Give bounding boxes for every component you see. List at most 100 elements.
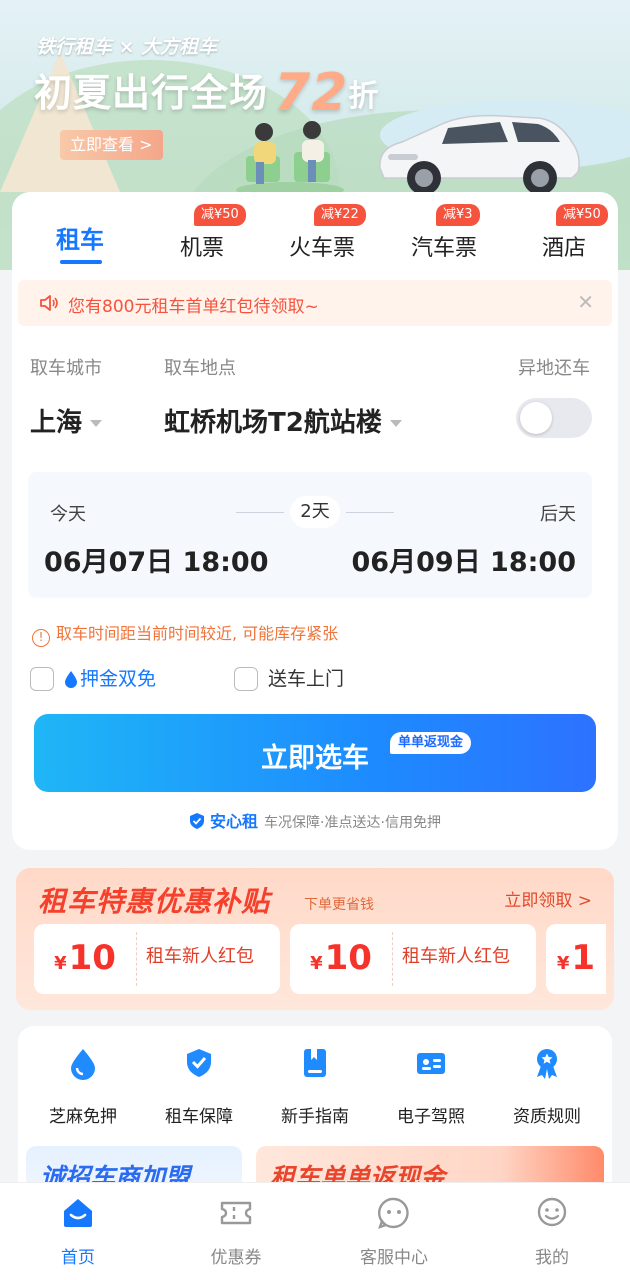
discount-badge: 减¥22 <box>314 204 366 226</box>
checkbox[interactable] <box>30 667 54 691</box>
ticket-icon <box>220 1201 252 1225</box>
service-tabs: 租车 减¥50 机票 减¥22 火车票 减¥3 汽车票 减¥50 酒店 <box>12 192 618 270</box>
license-card-icon <box>417 1053 445 1074</box>
quick-link-qualification-rules[interactable]: 资质规则 <box>488 1046 606 1127</box>
tab-label: 汽车票 <box>410 236 477 261</box>
bottom-nav: 首页 优惠券 客服中心 我的 <box>0 1182 630 1280</box>
divider <box>236 512 284 513</box>
different-return-toggle[interactable] <box>516 398 592 438</box>
location-value: 虹桥机场T2航站楼 <box>164 408 382 438</box>
city-value: 上海 <box>30 408 83 438</box>
promo-title: 租车特惠优惠补贴 <box>38 885 271 918</box>
assurance-name: 安心租 <box>210 812 259 831</box>
subsidy-section: 租车特惠优惠补贴 下单更省钱 立即领取 > ¥10 租车新人红包 ¥10 租车新… <box>16 868 614 1010</box>
coupon-divider <box>392 932 393 986</box>
city-label: 取车城市 <box>30 358 102 379</box>
tab-bus[interactable]: 减¥3 汽车票 <box>384 192 504 270</box>
discount-badge: 减¥50 <box>556 204 608 226</box>
home-icon <box>64 1199 92 1227</box>
nav-label: 我的 <box>535 1248 569 1268</box>
coupon-name: 租车新人红包 <box>402 946 510 967</box>
tab-label: 租车 <box>56 226 104 254</box>
tab-label: 火车票 <box>288 236 355 261</box>
claim-now-link[interactable]: 立即领取 > <box>504 886 592 911</box>
tab-train[interactable]: 减¥22 火车票 <box>262 192 382 270</box>
nav-home[interactable]: 首页 <box>18 1195 138 1268</box>
checkbox[interactable] <box>234 667 258 691</box>
tab-car-rental[interactable]: 租车 <box>12 192 148 270</box>
nav-label: 客服中心 <box>360 1248 428 1268</box>
people-illustration <box>236 121 344 198</box>
nav-customer-service[interactable]: 客服中心 <box>334 1195 454 1268</box>
car-illustration <box>379 114 580 195</box>
close-icon[interactable]: ✕ <box>577 290 594 314</box>
quick-link-label: 资质规则 <box>513 1107 581 1127</box>
nav-label: 优惠券 <box>210 1248 262 1268</box>
divider <box>346 512 394 513</box>
assurance-line: 安心租 车况保障·准点送达·信用免押 <box>12 808 618 832</box>
tab-label: 机票 <box>179 236 224 261</box>
coupon-divider <box>136 932 137 986</box>
discount-badge: 减¥3 <box>436 204 480 226</box>
deposit-free-option[interactable]: 押金双免 <box>30 666 156 692</box>
banner-cta-button[interactable]: 立即查看 > <box>60 130 163 160</box>
info-icon: ! <box>32 629 50 647</box>
button-label: 立即选车 <box>261 743 369 774</box>
award-icon <box>537 1049 557 1079</box>
quick-link-e-license[interactable]: 电子驾照 <box>372 1046 490 1127</box>
quick-link-sesame-deposit[interactable]: 芝麻免押 <box>24 1046 142 1127</box>
quick-links: 芝麻免押 租车保障 新手指南 电子驾照 资质规则 诚招车商加盟 租车单单返现金 <box>18 1026 612 1196</box>
date-picker[interactable]: 今天 2天 后天 06月07日 18:00 06月09日 18:00 <box>28 472 592 598</box>
booking-card: 租车 减¥50 机票 减¥22 火车票 减¥3 汽车票 减¥50 酒店 您有80… <box>12 192 618 850</box>
banner-headline: 初夏出行全场 72折 <box>34 62 379 123</box>
select-car-button[interactable]: 立即选车 单单返现金 <box>34 714 596 792</box>
coupon-card[interactable]: ¥10 租车新人红包 <box>34 924 280 994</box>
location-label: 取车地点 <box>164 358 236 379</box>
nav-coupons[interactable]: 优惠券 <box>176 1195 296 1268</box>
tab-hotel[interactable]: 减¥50 酒店 <box>504 192 618 270</box>
quick-link-beginner-guide[interactable]: 新手指南 <box>256 1046 374 1127</box>
quick-link-label: 新手指南 <box>281 1107 349 1127</box>
coupon-amount: ¥1 <box>556 938 596 978</box>
pickup-time[interactable]: 06月07日 18:00 <box>44 540 269 579</box>
city-selector[interactable]: 上海 <box>30 402 103 439</box>
option-label: 押金双免 <box>80 668 157 690</box>
quick-link-label: 电子驾照 <box>397 1107 465 1127</box>
chevron-down-icon <box>389 420 402 427</box>
tab-flights[interactable]: 减¥50 机票 <box>142 192 262 270</box>
shield-icon <box>190 813 205 829</box>
toggle-knob <box>520 402 552 434</box>
return-label: 异地还车 <box>518 358 590 379</box>
coupon-amount: ¥10 <box>310 938 372 978</box>
assurance-desc: 车况保障·准点送达·信用免押 <box>264 815 441 831</box>
coupon-card[interactable]: ¥1 <box>546 924 606 994</box>
coupon-amount: ¥10 <box>54 938 116 978</box>
quick-link-rental-protection[interactable]: 租车保障 <box>140 1046 258 1127</box>
option-label: 送车上门 <box>268 668 345 690</box>
speaker-icon <box>40 295 58 311</box>
notice-text: 您有800元租车首单红包待领取~ <box>68 297 319 317</box>
return-time[interactable]: 06月09日 18:00 <box>352 540 577 579</box>
rental-duration: 2天 <box>290 496 340 528</box>
warning-text: 取车时间距当前时间较近, 可能库存紧张 <box>56 624 339 643</box>
chevron-down-icon <box>90 420 103 427</box>
coupon-name: 租车新人红包 <box>146 946 254 967</box>
red-packet-notice[interactable]: 您有800元租车首单红包待领取~ ✕ <box>18 280 612 326</box>
headline-number: 72 <box>274 63 349 123</box>
profile-icon <box>537 1197 567 1227</box>
book-icon <box>304 1049 326 1077</box>
nav-profile[interactable]: 我的 <box>492 1195 612 1268</box>
drop-icon <box>71 1049 95 1080</box>
active-tab-indicator <box>60 260 102 264</box>
tab-label: 酒店 <box>541 236 586 261</box>
delivery-option[interactable]: 送车上门 <box>234 666 344 692</box>
return-day: 后天 <box>540 504 576 525</box>
coupon-card[interactable]: ¥10 租车新人红包 <box>290 924 536 994</box>
drop-icon <box>65 671 77 688</box>
location-selector[interactable]: 虹桥机场T2航站楼 <box>164 402 402 439</box>
service-icon <box>378 1197 409 1229</box>
quick-link-label: 芝麻免押 <box>49 1107 117 1127</box>
promo-subtitle: 下单更省钱 <box>304 897 374 913</box>
stock-warning: ! 取车时间距当前时间较近, 可能库存紧张 <box>32 620 338 647</box>
pickup-day: 今天 <box>50 504 86 525</box>
